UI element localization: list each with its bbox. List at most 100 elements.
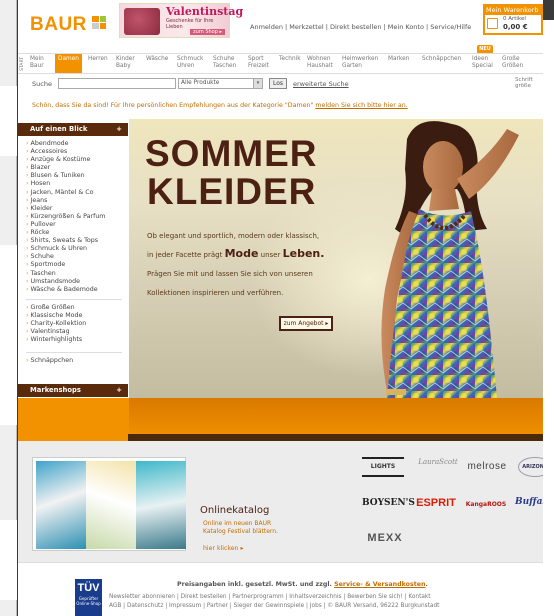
sidebar-item[interactable]: Kleider — [26, 205, 105, 213]
nav-item-herren[interactable]: Herren — [88, 56, 108, 63]
sidebar-item[interactable]: Valentinstag — [26, 328, 86, 336]
catalog-title[interactable]: Onlinekatalog — [200, 505, 269, 516]
search-label: Suche — [32, 80, 52, 88]
sidebar-item[interactable]: Accessoires — [26, 148, 105, 156]
tuv-seal[interactable]: TÜV Geprüfter Online-Shop — [75, 579, 102, 616]
promo-button[interactable]: zum Shop ▸ — [190, 29, 225, 35]
cart-title: Mein Warenkorb — [486, 6, 539, 14]
sidebar-item[interactable]: Wäsche & Bademode — [26, 286, 105, 294]
sidebar-item[interactable]: Jeans — [26, 197, 105, 205]
logo[interactable]: BAUR — [30, 14, 87, 36]
sidebar-heading[interactable]: Auf einen Blick + — [18, 123, 128, 136]
sidebar-item[interactable]: Shirts, Sweats & Tops — [26, 237, 105, 245]
sidebar-item[interactable]: Schmuck & Uhren — [26, 245, 105, 253]
tuv-subtitle: Geprüfter Online-Shop — [76, 596, 101, 606]
right-window-edge — [543, 20, 554, 616]
hero-offer-button[interactable]: zum Angebot ▸ — [279, 316, 333, 331]
price-note-text: Preisangaben inkl. gesetzl. MwSt. und zz… — [177, 581, 335, 588]
nav-item-heimwerken[interactable]: Heimwerken Garten — [342, 56, 378, 70]
tuv-label: TÜV — [77, 582, 100, 594]
greeting: Schön, dass Sie da sind! Für Ihre persön… — [32, 102, 408, 109]
sidebar-item[interactable]: Große Größen — [26, 304, 86, 312]
sidebar-item[interactable]: Schuhe — [26, 253, 105, 261]
catalog-image[interactable] — [32, 457, 186, 551]
markenshops-heading[interactable]: Markenshops + — [18, 384, 128, 397]
sidebar-item[interactable]: Röcke — [26, 229, 105, 237]
sidebar-item[interactable]: Kürzengrößen & Parfum — [26, 213, 106, 221]
catalog-link[interactable]: hier klicken ▸ — [203, 545, 244, 552]
brand-esprit[interactable]: ESPRIT — [416, 497, 456, 509]
promo-image — [124, 8, 160, 35]
nav-item-waesche[interactable]: Wäsche — [146, 56, 168, 63]
footer: TÜV Geprüfter Online-Shop Preisangaben in… — [18, 562, 543, 616]
nav-item-schmuck[interactable]: Schmuck Uhren — [177, 56, 203, 70]
brand-lights[interactable]: LIGHTS — [362, 457, 404, 477]
sidebar-item[interactable]: Taschen — [26, 270, 105, 278]
brand-laurascott[interactable]: LauraScott — [413, 458, 463, 466]
sidebar-item[interactable]: Anzüge & Kostüme — [26, 156, 105, 164]
sidebar-item[interactable]: Blusen & Tuniken — [26, 172, 105, 180]
sidebar-item[interactable]: Schnäppchen — [26, 357, 74, 365]
login-link[interactable]: melden Sie sich bitte hier an. — [315, 102, 407, 109]
hero-line-4: Kollektionen inspirieren und verführen. — [147, 289, 284, 297]
brand-melrose[interactable]: melrose — [465, 461, 509, 472]
nav-item-grosse-groessen[interactable]: Große Größen — [502, 56, 523, 70]
plus-icon: + — [116, 125, 122, 133]
catalog-section: Onlinekatalog Online im neuen BAUR Katal… — [18, 441, 543, 562]
nav-item-mein-baur[interactable]: Mein Baur — [30, 56, 44, 70]
brand-arizona[interactable]: ARIZONA — [518, 457, 543, 477]
chevron-down-icon: ▾ — [253, 79, 262, 88]
page: BAUR Valentinstag Geschenke für Ihre Lie… — [18, 0, 543, 616]
sidebar: Auf einen Blick + AbendmodeAccessoiresAnz… — [18, 123, 128, 398]
sidebar-item[interactable]: Charity-Kollektion — [26, 320, 87, 328]
greeting-text: Schön, dass Sie da sind! Für Ihre persön… — [32, 102, 316, 109]
hero-bottom-strip — [18, 398, 543, 441]
nav-item-marken[interactable]: Marken — [388, 56, 409, 63]
hero-line-1: Ob elegant und sportlich, modern oder kl… — [147, 232, 320, 240]
nav-item-sport[interactable]: Sport Freizeit — [248, 56, 269, 70]
hero-title-2: KLEIDER — [147, 171, 317, 212]
sidebar-item[interactable]: Pullover — [26, 221, 105, 229]
shipping-costs-link[interactable]: Service- & Versandkosten — [334, 581, 425, 588]
price-note: Preisangaben inkl. gesetzl. MwSt. und zz… — [177, 581, 428, 588]
nav-item-schuhe[interactable]: Schuhe Taschen — [213, 56, 236, 70]
sidebar-item[interactable]: Klassische Mode — [26, 312, 86, 320]
search-input[interactable] — [58, 78, 176, 89]
hero-banner[interactable]: SOMMER KLEIDER Ob elegant und sportlich,… — [129, 119, 543, 398]
brand-buffalo[interactable]: Buffalo — [515, 497, 543, 507]
promo-banner[interactable]: Valentinstag Geschenke für Ihre Lieben z… — [119, 3, 243, 38]
hero-line-2c: unser — [258, 251, 283, 259]
nav-item-damen[interactable]: Damen — [55, 54, 82, 73]
left-window-edge — [0, 0, 17, 616]
model-photo — [381, 121, 519, 398]
nav-item-schnaeppchen[interactable]: Schnäppchen — [422, 56, 461, 63]
advanced-search-link[interactable]: erweiterte Suche — [293, 80, 349, 88]
cart[interactable]: Mein Warenkorb 0 Artikel 0,00 € — [483, 4, 543, 35]
nav-item-wohnen[interactable]: Wohnen Haushalt — [307, 56, 333, 70]
sidebar-item[interactable]: Hosen — [26, 180, 105, 188]
sidebar-special-list: Große GrößenKlassische ModeCharity-Kolle… — [26, 304, 87, 344]
brand-boysens[interactable]: BOYSEN'S — [362, 498, 415, 508]
footer-links-2[interactable]: AGB | Datenschutz | Impressum | Partner … — [109, 603, 439, 609]
search-button[interactable]: Los — [269, 78, 287, 89]
nav-item-technik[interactable]: Technik — [279, 56, 301, 63]
cart-total: 0,00 € — [503, 23, 528, 31]
sidebar-item[interactable]: Winterhighlights — [26, 336, 86, 344]
sidebar-item[interactable]: Umstandsmode — [26, 278, 105, 286]
sidebar-item[interactable]: Sportmode — [26, 261, 105, 269]
nav-item-kinder[interactable]: Kinder Baby — [116, 56, 135, 70]
top-links[interactable]: Anmelden | Merkzettel | Direkt bestellen… — [250, 23, 471, 31]
start-tab[interactable]: START — [19, 57, 26, 71]
search-category-select[interactable]: Alle Produkte ▾ — [178, 78, 263, 89]
sidebar-item[interactable]: Jacken, Mäntel & Co — [26, 189, 105, 197]
sidebar-sale-list: Schnäppchen — [26, 357, 74, 365]
search-select-value: Alle Produkte — [181, 80, 220, 86]
sidebar-item[interactable]: Blazer — [26, 164, 105, 172]
nav-item-ideen[interactable]: Ideen Special — [472, 56, 493, 70]
brand-mexx[interactable]: MEXX — [362, 532, 408, 544]
footer-links-1[interactable]: Newsletter abonnieren | Direkt bestellen… — [109, 594, 431, 600]
brand-kangaroos[interactable]: KangaROOS — [462, 501, 510, 508]
main-nav: START Mein Baur Damen Herren Kinder Baby… — [18, 53, 543, 74]
sidebar-item[interactable]: Abendmode — [26, 140, 105, 148]
font-size-control[interactable]: Schrift größe — [515, 77, 539, 89]
